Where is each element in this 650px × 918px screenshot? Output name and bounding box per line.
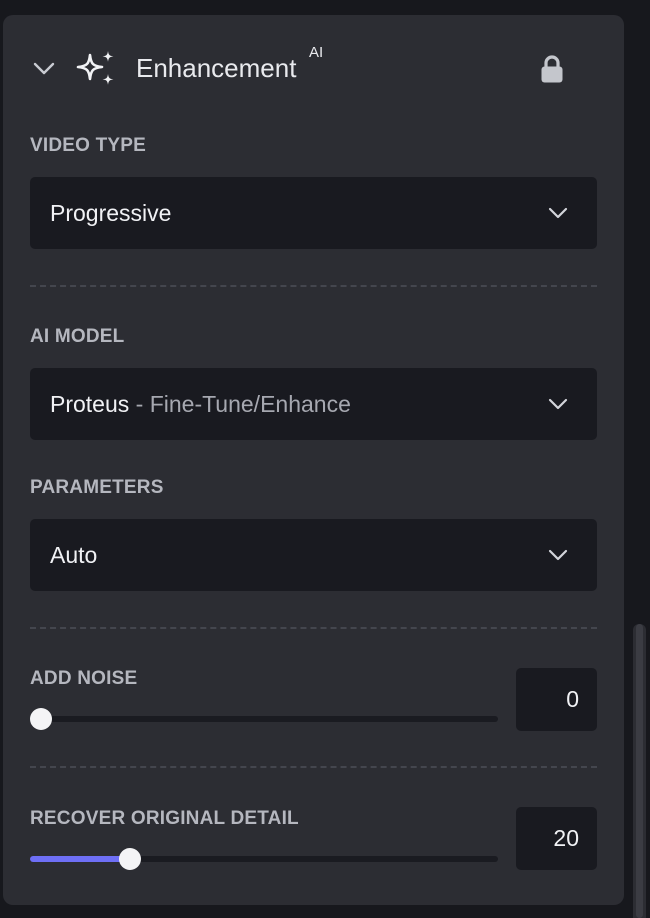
enhancement-panel: Enhancement AI VIDEO TYPE Progressive AI… [3,15,624,905]
slider-thumb[interactable] [119,848,142,870]
video-type-label: VIDEO TYPE [30,135,147,156]
add-noise-label: ADD NOISE [30,668,138,689]
lock-icon[interactable] [538,53,566,85]
slider-thumb[interactable] [30,708,52,730]
ai-model-name: Proteus [50,391,130,417]
chevron-down-icon [548,207,568,219]
add-noise-value-input[interactable]: 0 [516,668,597,731]
ai-model-select[interactable]: Proteus - Fine-Tune/Enhance [30,368,597,440]
video-type-value: Progressive [50,200,172,226]
add-noise-slider[interactable] [30,705,498,733]
slider-track [30,716,498,722]
recover-detail-value-input[interactable]: 20 [516,807,597,870]
enhancement-header[interactable]: Enhancement AI [3,15,624,123]
ai-badge: AI [309,44,324,61]
video-type-select[interactable]: Progressive [30,177,597,249]
slider-fill [30,856,131,862]
chevron-down-icon[interactable] [31,55,57,81]
ai-model-description: - Fine-Tune/Enhance [129,391,351,417]
ai-model-label: AI MODEL [30,326,125,347]
section-title-text: Enhancement [136,53,297,83]
recover-detail-slider[interactable] [30,845,498,873]
recover-detail-label: RECOVER ORIGINAL DETAIL [30,808,299,829]
section-divider [30,766,597,768]
sparkles-icon [76,51,114,85]
parameters-value: Auto [50,542,98,568]
scrollbar[interactable] [633,624,646,918]
section-title: Enhancement AI [136,44,323,84]
chevron-down-icon [548,398,568,410]
ai-model-value: Proteus - Fine-Tune/Enhance [50,391,351,417]
chevron-down-icon [548,549,568,561]
section-divider [30,627,597,629]
parameters-label: PARAMETERS [30,477,164,498]
scrollbar-thumb[interactable] [636,624,643,918]
section-divider [30,285,597,287]
parameters-select[interactable]: Auto [30,519,597,591]
